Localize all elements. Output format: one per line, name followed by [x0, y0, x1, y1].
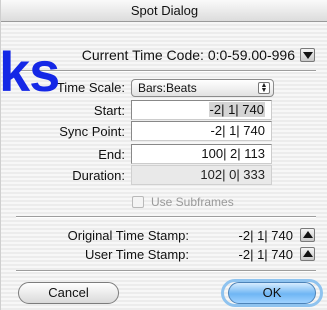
divider [16, 270, 316, 272]
time-code-capture-button[interactable] [300, 48, 315, 62]
user-time-stamp-label: User Time Stamp: [84, 247, 189, 262]
duration-label: Duration: [72, 168, 125, 183]
start-field[interactable]: -2| 1| 740 [131, 100, 272, 120]
duration-value: 102| 0| 333 [200, 167, 265, 182]
popup-arrows-icon: ▲ ▼ [258, 82, 270, 94]
title-bar[interactable]: Spot Dialog [1, 0, 327, 22]
triangle-up-icon [303, 231, 313, 238]
duration-field: 102| 0| 333 [131, 165, 272, 185]
triangle-up-icon [303, 250, 313, 257]
start-label: Start: [93, 103, 125, 118]
original-time-stamp-label: Original Time Stamp: [67, 228, 189, 243]
start-value: -2| 1| 740 [208, 102, 265, 117]
sync-point-field[interactable]: -2| 1| 740 [131, 121, 272, 141]
spot-dialog: Spot Dialog Current Time Code: 0:0-59.00… [0, 0, 327, 310]
divider [16, 70, 316, 72]
time-scale-value: Bars:Beats [138, 81, 197, 95]
divider [16, 216, 316, 218]
watermark: ks [0, 40, 60, 103]
sync-point-value: -2| 1| 740 [210, 123, 265, 138]
cancel-button[interactable]: Cancel [18, 282, 119, 304]
triangle-down-icon [303, 52, 313, 59]
window-title: Spot Dialog [130, 3, 199, 18]
user-time-stamp-button[interactable] [300, 247, 315, 261]
current-time-code-label: Current Time Code: [81, 47, 204, 63]
user-time-stamp-value: -2| 1| 740 [238, 247, 293, 262]
time-scale-popup[interactable]: Bars:Beats ▲ ▼ [131, 79, 274, 97]
current-time-code-value: 0:0-59.00-996 [207, 47, 295, 63]
original-time-stamp-value: -2| 1| 740 [238, 228, 293, 243]
end-field[interactable]: 100| 2| 113 [131, 144, 272, 164]
original-time-stamp-button[interactable] [300, 228, 315, 242]
use-subframes-label: Use Subframes [151, 195, 234, 209]
ok-button[interactable]: OK [228, 282, 316, 304]
end-value: 100| 2| 113 [201, 146, 265, 161]
end-label: End: [98, 147, 125, 162]
use-subframes-checkbox[interactable] [132, 196, 144, 208]
sync-point-label: Sync Point: [59, 124, 125, 139]
